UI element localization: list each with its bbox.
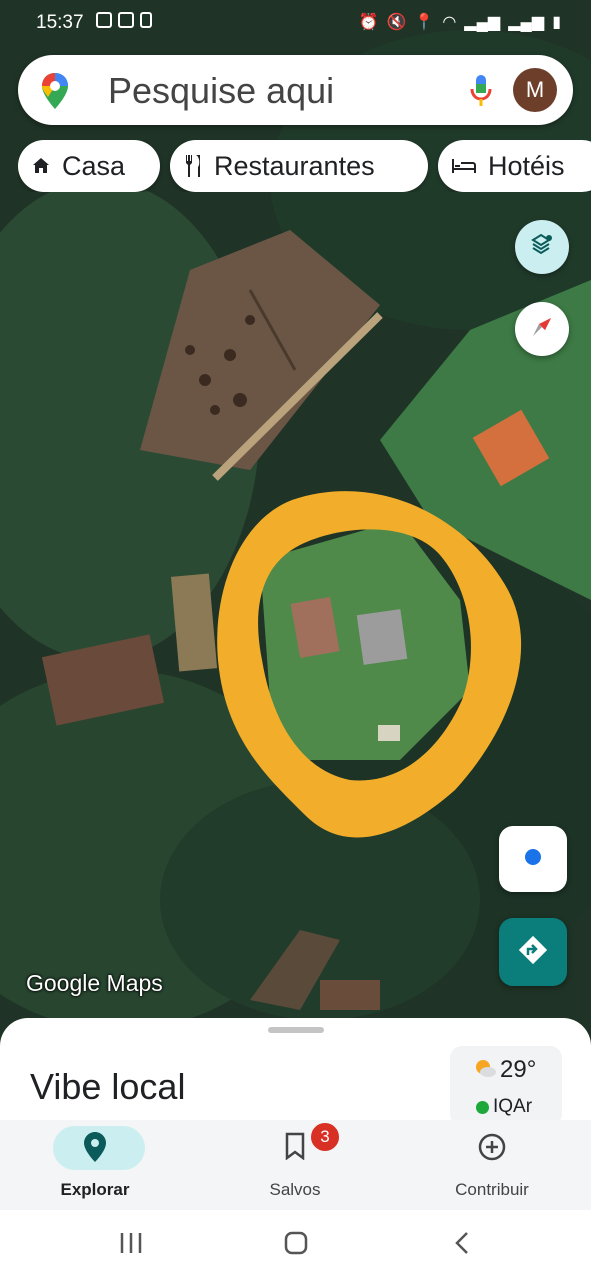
mute-icon: 🔇 [386, 14, 407, 31]
status-time: 15:37 [36, 12, 84, 33]
air-quality-label: IQAr [493, 1096, 533, 1117]
bookmark-icon [215, 1132, 375, 1160]
sheet-title: Vibe local [30, 1066, 186, 1107]
status-bar: 15:37 ⏰ 🔇 📍 ◠ ▂▄▆ ▂▄▆ ▮ [0, 0, 591, 44]
saved-count-badge: 3 [309, 1121, 341, 1153]
partly-sunny-icon [474, 1056, 496, 1084]
directions-icon [516, 933, 550, 972]
directions-button[interactable] [499, 918, 567, 986]
map-watermark: Google Maps [26, 970, 163, 996]
restaurant-icon [184, 155, 202, 177]
my-location-button[interactable] [499, 826, 567, 892]
search-input[interactable]: Pesquise aqui [108, 70, 334, 112]
home-icon [32, 157, 50, 175]
bottom-navigation: Explorar 3 Salvos Contribuir [0, 1120, 591, 1210]
alarm-icon: ⏰ [358, 14, 379, 31]
chip-restaurants[interactable]: Restaurantes [170, 140, 428, 192]
sheet-handle[interactable] [268, 1027, 324, 1033]
nav-label: Contribuir [455, 1180, 529, 1199]
battery-icon: ▮ [552, 14, 561, 31]
compass-icon [529, 314, 555, 345]
back-icon[interactable] [450, 1230, 476, 1261]
signal-icon: ▂▄▆ [508, 14, 545, 31]
chip-label: Restaurantes [214, 150, 375, 181]
chip-hotels[interactable]: Hotéis [438, 140, 591, 192]
signal-icon: ▂▄▆ [464, 14, 501, 31]
chip-label: Hotéis [488, 150, 565, 181]
chip-label: Casa [62, 150, 126, 181]
recent-apps-icon[interactable] [118, 1230, 144, 1261]
hotel-icon [452, 158, 476, 174]
wifi-icon: ◠ [442, 14, 457, 31]
location-pin-icon [15, 1132, 175, 1162]
air-quality-dot-icon [476, 1100, 489, 1114]
nav-label: Explorar [60, 1180, 130, 1199]
google-maps-logo-icon [42, 73, 68, 114]
add-circle-icon [412, 1132, 572, 1162]
layers-icon [529, 232, 555, 263]
notification-icon [118, 12, 134, 28]
system-navigation-bar [0, 1210, 591, 1280]
search-bar[interactable]: Pesquise aqui M [18, 55, 573, 125]
nav-contribute[interactable]: Contribuir [412, 1120, 572, 1210]
nav-label: Salvos [269, 1180, 321, 1199]
sim-icon [140, 12, 152, 28]
weather-card[interactable]: 29° IQAr [450, 1046, 562, 1126]
compass-button[interactable] [515, 302, 569, 356]
nav-saved[interactable]: 3 Salvos [215, 1120, 375, 1210]
layers-button[interactable] [515, 220, 569, 274]
chip-home[interactable]: Casa [18, 140, 160, 192]
temperature: 29° [500, 1056, 537, 1083]
avatar[interactable]: M [513, 68, 557, 112]
location-icon: 📍 [414, 14, 435, 31]
my-location-icon [523, 847, 543, 872]
microphone-icon[interactable] [470, 75, 492, 112]
home-button-icon[interactable] [283, 1230, 309, 1261]
nav-explore[interactable]: Explorar [15, 1120, 175, 1210]
category-chips: Casa Restaurantes Hotéis [18, 140, 591, 192]
gallery-icon [96, 12, 112, 28]
